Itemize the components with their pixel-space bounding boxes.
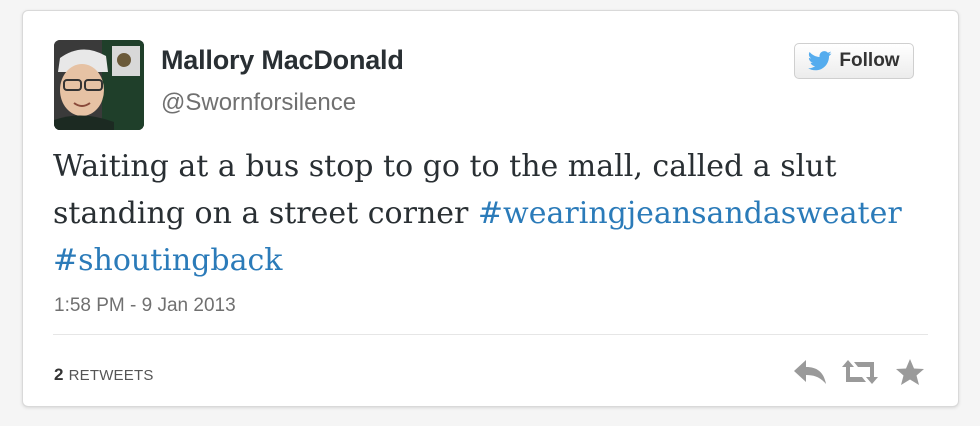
avatar-photo	[54, 40, 144, 130]
retweet-label: Retweets	[68, 367, 154, 384]
reply-button[interactable]	[792, 356, 828, 388]
retweet-count: 2	[54, 365, 64, 384]
retweet-icon	[842, 360, 878, 384]
follow-button[interactable]: Follow	[794, 43, 914, 79]
tweet-actions	[792, 356, 928, 388]
author-handle[interactable]: @Swornforsilence	[161, 89, 356, 117]
twitter-bird-icon	[808, 51, 833, 71]
follow-label: Follow	[839, 50, 900, 71]
avatar[interactable]	[54, 40, 144, 130]
hashtag-link[interactable]: #shoutingback	[53, 243, 282, 278]
author-name[interactable]: Mallory MacDonald	[161, 45, 404, 76]
favorite-icon	[896, 359, 924, 385]
tweet-text: Waiting at a bus stop to go to the mall,…	[53, 143, 933, 284]
tweet-timestamp[interactable]: 1:58 PM - 9 Jan 2013	[54, 295, 236, 317]
favorite-button[interactable]	[892, 356, 928, 388]
reply-icon	[794, 360, 826, 384]
divider	[53, 334, 928, 335]
tweet-card: Mallory MacDonald @Swornforsilence Follo…	[22, 10, 959, 407]
retweet-stats[interactable]: 2 Retweets	[54, 365, 154, 385]
retweet-button[interactable]	[842, 356, 878, 388]
hashtag-link[interactable]: #wearingjeansandasweater	[478, 196, 902, 231]
